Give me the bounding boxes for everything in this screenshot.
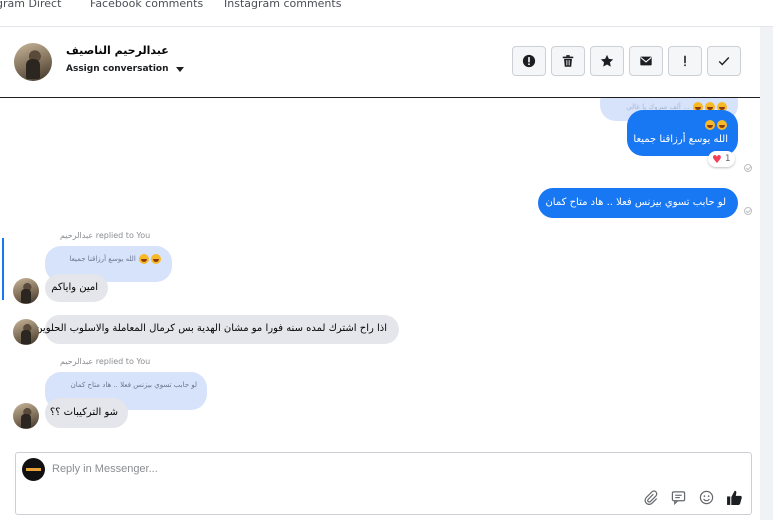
- message-thread[interactable]: ... ألف مبروك يا غالي الله يوسع أرزاقنا …: [0, 98, 760, 440]
- assign-conversation-label: Assign conversation: [66, 64, 169, 74]
- alert-icon: [522, 54, 536, 68]
- reply-composer: [15, 452, 752, 515]
- reaction-count: 1: [724, 154, 731, 164]
- attachment-icon[interactable]: [641, 488, 659, 506]
- sender-avatar: [13, 403, 39, 429]
- scroll-indicator: [2, 238, 4, 300]
- reply-input[interactable]: [52, 463, 552, 475]
- reaction-badge[interactable]: ♥ 1: [708, 151, 735, 167]
- follow-up-button[interactable]: [668, 46, 702, 76]
- exclamation-icon: [684, 55, 686, 67]
- message-bubble-incoming[interactable]: شو التركيبات ؟؟: [45, 398, 128, 428]
- message-text: شو التركيبات ؟؟: [49, 407, 118, 418]
- mark-spam-button[interactable]: [512, 46, 546, 76]
- trash-icon: [562, 55, 574, 67]
- star-button[interactable]: [590, 46, 624, 76]
- comment-icon[interactable]: [669, 488, 687, 506]
- seen-check-icon: [744, 207, 752, 215]
- page-avatar: [22, 458, 45, 481]
- caret-down-icon: [175, 66, 184, 72]
- contact-name: عبدالرحيم الناصيف: [66, 44, 169, 57]
- scrollbar[interactable]: [760, 27, 773, 520]
- check-icon: [718, 57, 730, 66]
- message-text: اذا راح اشترك لمده سنه فورا مو مشان الهد…: [35, 323, 387, 334]
- emoji-icon[interactable]: [697, 488, 715, 506]
- star-icon: [600, 54, 614, 67]
- replied-to-label: عبدالرحيم replied to You: [60, 357, 151, 366]
- laughing-emoji-icon: [637, 119, 728, 133]
- mark-done-button[interactable]: [707, 46, 741, 76]
- like-icon[interactable]: [725, 488, 743, 506]
- message-bubble-outgoing[interactable]: الله يوسع أرزاقنا جميعا: [627, 110, 738, 156]
- message-bubble-incoming[interactable]: اذا راح اشترك لمده سنه فورا مو مشان الهد…: [35, 315, 399, 344]
- message-bubble-outgoing[interactable]: لو حابب تسوي بيزنس فعلا .. هاد متاح كمان: [538, 188, 738, 218]
- sender-avatar: [13, 319, 39, 345]
- assign-conversation-dropdown[interactable]: Assign conversation: [66, 64, 184, 74]
- tab-instagram-comments[interactable]: Instagram comments: [224, 0, 341, 10]
- conversation-header: عبدالرحيم الناصيف Assign conversation: [0, 27, 760, 98]
- laughing-emoji-icon: [138, 254, 162, 264]
- message-bubble-incoming[interactable]: امين واياكم: [45, 274, 108, 302]
- sender-avatar: [13, 278, 39, 304]
- header-actions: [512, 46, 741, 76]
- heart-icon: ♥: [712, 152, 722, 166]
- contact-avatar[interactable]: [14, 43, 52, 81]
- tab-instagram-direct[interactable]: gram Direct: [0, 0, 61, 10]
- message-text: امين واياكم: [51, 282, 98, 293]
- mail-icon: [640, 56, 652, 66]
- message-text: لو حابب تسوي بيزنس فعلا .. هاد متاح كمان: [545, 197, 726, 208]
- mark-unread-button[interactable]: [629, 46, 663, 76]
- message-text: الله يوسع أرزاقنا جميعا: [633, 134, 728, 145]
- delete-button[interactable]: [551, 46, 585, 76]
- tab-facebook-comments[interactable]: Facebook comments: [90, 0, 203, 10]
- replied-to-label: عبدالرحيم replied to You: [60, 231, 151, 240]
- composer-tools: [641, 488, 743, 506]
- seen-check-icon: [744, 164, 752, 172]
- channel-tabs: gram Direct Facebook comments Instagram …: [0, 0, 773, 27]
